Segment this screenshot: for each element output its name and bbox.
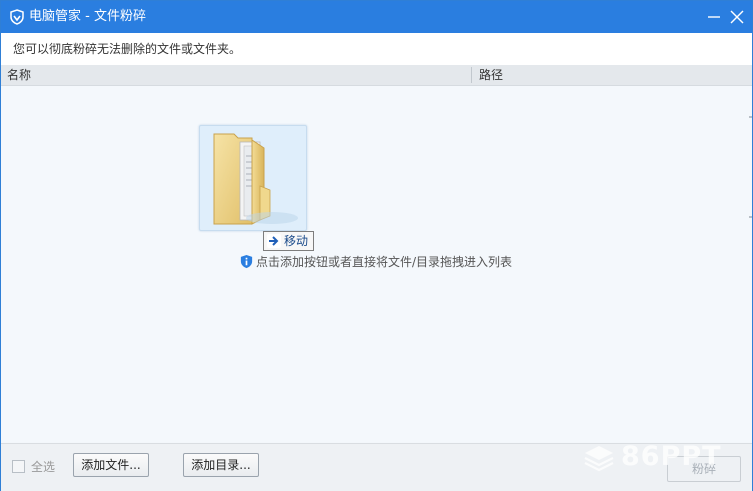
drop-hint: 点击添加按钮或者直接将文件/目录拖拽进入列表 [239, 254, 512, 270]
column-header-name[interactable]: 名称 [7, 65, 31, 85]
close-icon[interactable] [727, 7, 747, 27]
column-divider[interactable] [471, 67, 472, 83]
title-bar[interactable]: 电脑管家 - 文件粉碎 [1, 1, 752, 33]
checkbox-box[interactable] [12, 460, 25, 473]
add-file-button[interactable]: 添加文件... [73, 453, 149, 477]
shield-logo-icon [10, 9, 24, 25]
description-text: 您可以彻底粉碎无法删除的文件或文件夹。 [13, 42, 242, 56]
drop-hint-text: 点击添加按钮或者直接将文件/目录拖拽进入列表 [256, 255, 513, 269]
column-header-path[interactable]: 路径 [479, 65, 503, 85]
folder-icon [213, 133, 298, 225]
shred-button[interactable]: 粉碎 [667, 456, 741, 482]
list-header: 名称 路径 [1, 65, 752, 86]
add-directory-button[interactable]: 添加目录... [183, 453, 259, 477]
drag-move-label: 移动 [284, 234, 309, 248]
select-all-label: 全选 [31, 460, 56, 474]
arrow-right-icon [267, 233, 281, 248]
drag-move-tooltip: 移动 [263, 231, 315, 251]
info-icon [240, 254, 253, 269]
description-bar: 您可以彻底粉碎无法删除的文件或文件夹。 [1, 33, 752, 65]
action-bar: 全选 添加文件... 添加目录... 粉碎 [1, 443, 752, 491]
window-title: 电脑管家 - 文件粉碎 [29, 9, 146, 24]
minimize-icon[interactable] [704, 7, 724, 27]
file-shredder-window: 电脑管家 - 文件粉碎 您可以彻底粉碎无法删除的文件或文件夹。 名称 路径 移动… [0, 0, 753, 491]
scrollbar-track[interactable] [749, 116, 752, 316]
select-all-checkbox[interactable]: 全选 [12, 460, 55, 474]
dragged-folder-preview [199, 125, 307, 231]
